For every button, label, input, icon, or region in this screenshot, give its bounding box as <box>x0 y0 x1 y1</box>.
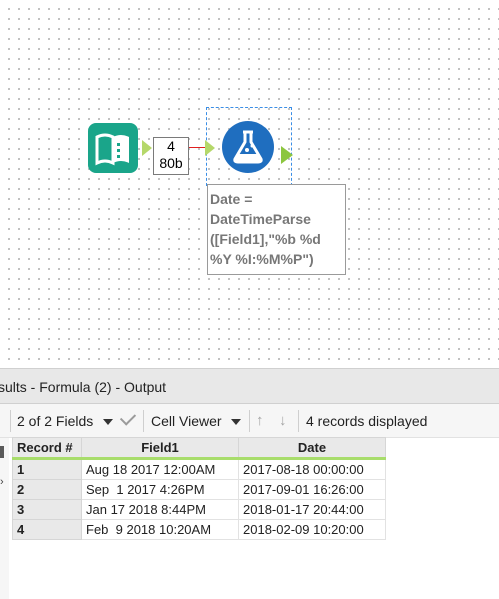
connection-record-count: 4 <box>167 138 175 154</box>
date-cell[interactable]: 2017-09-01 16:26:00 <box>238 479 386 500</box>
connection-data-size: 80b <box>159 155 183 171</box>
results-side-strip: › <box>0 438 9 599</box>
input-data-tool[interactable] <box>88 123 138 173</box>
table-row[interactable]: 2 Sep 1 2017 4:26PM 2017-09-01 16:26:00 <box>12 479 386 500</box>
column-header-record[interactable]: Record # <box>12 437 82 460</box>
table-row[interactable]: 1 Aug 18 2017 12:00AM 2017-08-18 00:00:0… <box>12 458 386 480</box>
date-cell[interactable]: 2018-01-17 20:44:00 <box>238 499 386 520</box>
date-cell[interactable]: 2018-02-09 10:20:00 <box>238 519 386 540</box>
chevron-down-icon <box>103 419 114 426</box>
records-count: 4 records displayed <box>306 413 428 429</box>
expand-arrow-icon[interactable]: › <box>0 476 4 488</box>
viewer-selector[interactable]: Cell Viewer <box>151 404 242 438</box>
column-header-field1[interactable]: Field1 <box>81 437 239 460</box>
book-icon <box>95 133 129 166</box>
table-header-row: Record # Field1 Date <box>12 437 386 460</box>
toolbar-separator <box>10 410 11 432</box>
fields-selector-label: 2 of 2 Fields <box>17 413 94 429</box>
workflow-canvas[interactable]: 4 80b Date = DateTimeParse ([Field1],"%b… <box>0 0 499 368</box>
toolbar-separator <box>143 410 144 432</box>
formula-input-anchor[interactable] <box>205 140 215 156</box>
field1-cell[interactable]: Jan 17 2018 8:44PM <box>81 499 239 520</box>
field1-cell[interactable]: Sep 1 2017 4:26PM <box>81 479 239 500</box>
arrow-up-icon[interactable]: ↑ <box>256 404 264 438</box>
chevron-down-icon <box>231 419 242 426</box>
toolbar-separator <box>249 410 250 432</box>
record-number: 4 <box>12 519 82 540</box>
field1-cell[interactable]: Aug 18 2017 12:00AM <box>81 458 239 480</box>
flask-icon <box>233 130 263 164</box>
record-number: 2 <box>12 479 82 500</box>
formula-tool[interactable] <box>222 121 274 173</box>
date-cell[interactable]: 2017-08-18 00:00:00 <box>238 458 386 480</box>
table-row[interactable]: 3 Jan 17 2018 8:44PM 2018-01-17 20:44:00 <box>12 499 386 520</box>
results-title: sults - Formula (2) - Output <box>0 379 167 395</box>
connection-line[interactable] <box>187 147 207 148</box>
toolbar-separator <box>298 410 299 432</box>
fields-selector[interactable]: 2 of 2 Fields <box>17 404 114 438</box>
results-table: Record # Field1 Date 1 Aug 18 2017 12:00… <box>12 437 386 540</box>
input-output-anchor[interactable] <box>142 140 152 156</box>
connection-label: 4 80b <box>153 137 189 175</box>
record-number: 1 <box>12 458 82 480</box>
formula-annotation: Date = DateTimeParse ([Field1],"%b %d %Y… <box>207 184 346 275</box>
column-header-date[interactable]: Date <box>238 437 386 460</box>
results-title-bar: sults - Formula (2) - Output <box>0 368 499 404</box>
check-icon[interactable] <box>119 409 137 426</box>
viewer-selector-label: Cell Viewer <box>151 413 222 429</box>
field1-cell[interactable]: Feb 9 2018 10:20AM <box>81 519 239 540</box>
results-toolbar: 2 of 2 Fields Cell Viewer ↑ ↓ 4 records … <box>0 404 499 438</box>
side-marker-icon <box>0 446 4 458</box>
arrow-down-icon[interactable]: ↓ <box>279 404 287 438</box>
table-row[interactable]: 4 Feb 9 2018 10:20AM 2018-02-09 10:20:00 <box>12 519 386 540</box>
record-number: 3 <box>12 499 82 520</box>
